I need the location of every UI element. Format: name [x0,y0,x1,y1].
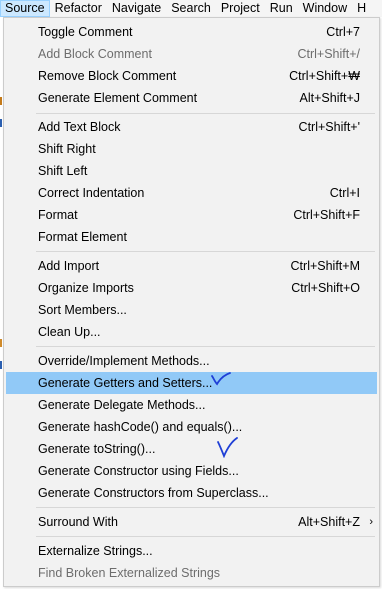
menu-item-generate-element-comment[interactable]: Generate Element Comment Alt+Shift+J [6,87,377,109]
menu-run[interactable]: Run [265,0,298,17]
menu-bar: Source Refactor Navigate Search Project … [0,0,382,17]
menu-item-format[interactable]: Format Ctrl+Shift+F [6,204,377,226]
chevron-right-icon: › [369,516,373,528]
menu-item-add-block-comment: Add Block Comment Ctrl+Shift+/ [38,47,360,61]
menu-item-generate-constructor-fields[interactable]: Generate Constructor using Fields... [6,460,377,482]
menu-item-find-broken-externalized-strings: Find Broken Externalized Strings [38,566,221,580]
menu-item-surround-with[interactable]: Surround With Alt+Shift+Z › [6,511,377,533]
menu-item-shift-right[interactable]: Shift Right [6,138,377,160]
menu-separator [36,251,375,252]
menu-item-externalize-strings[interactable]: Externalize Strings... [6,540,377,562]
menu-separator [36,113,375,114]
menu-search[interactable]: Search [166,0,216,17]
menu-item-toggle-comment[interactable]: Toggle Comment Ctrl+7 [6,21,377,43]
menu-item-correct-indentation[interactable]: Correct Indentation Ctrl+I [6,182,377,204]
menu-item-shift-left[interactable]: Shift Left [6,160,377,182]
menu-item-generate-getters-setters[interactable]: Generate Getters and Setters... [6,372,377,394]
menu-help[interactable]: H [352,0,371,17]
menu-separator [36,507,375,508]
menu-window[interactable]: Window [298,0,352,17]
menu-item-generate-tostring[interactable]: Generate toString()... [6,438,377,460]
menu-project[interactable]: Project [216,0,265,17]
menu-item-sort-members[interactable]: Sort Members... [6,299,377,321]
source-menu-popup: Toggle Comment Ctrl+7 Add Block Comment … [3,17,380,587]
menu-item-add-import[interactable]: Add Import Ctrl+Shift+M [6,255,377,277]
menu-separator [36,346,375,347]
menu-item-add-text-block[interactable]: Add Text Block Ctrl+Shift+' [6,116,377,138]
menu-separator [36,536,375,537]
menu-refactor[interactable]: Refactor [50,0,107,17]
menu-item-override-implement-methods[interactable]: Override/Implement Methods... [6,350,377,372]
menu-item-generate-hashcode-equals[interactable]: Generate hashCode() and equals()... [6,416,377,438]
menu-item-generate-constructors-superclass[interactable]: Generate Constructors from Superclass... [6,482,377,504]
menu-item-organize-imports[interactable]: Organize Imports Ctrl+Shift+O [6,277,377,299]
menu-item-format-element[interactable]: Format Element [6,226,377,248]
menu-item-clean-up[interactable]: Clean Up... [6,321,377,343]
menu-navigate[interactable]: Navigate [107,0,166,17]
menu-item-remove-block-comment[interactable]: Remove Block Comment Ctrl+Shift+₩ [6,65,377,87]
menu-source[interactable]: Source [0,0,50,17]
menu-item-generate-delegate-methods[interactable]: Generate Delegate Methods... [6,394,377,416]
